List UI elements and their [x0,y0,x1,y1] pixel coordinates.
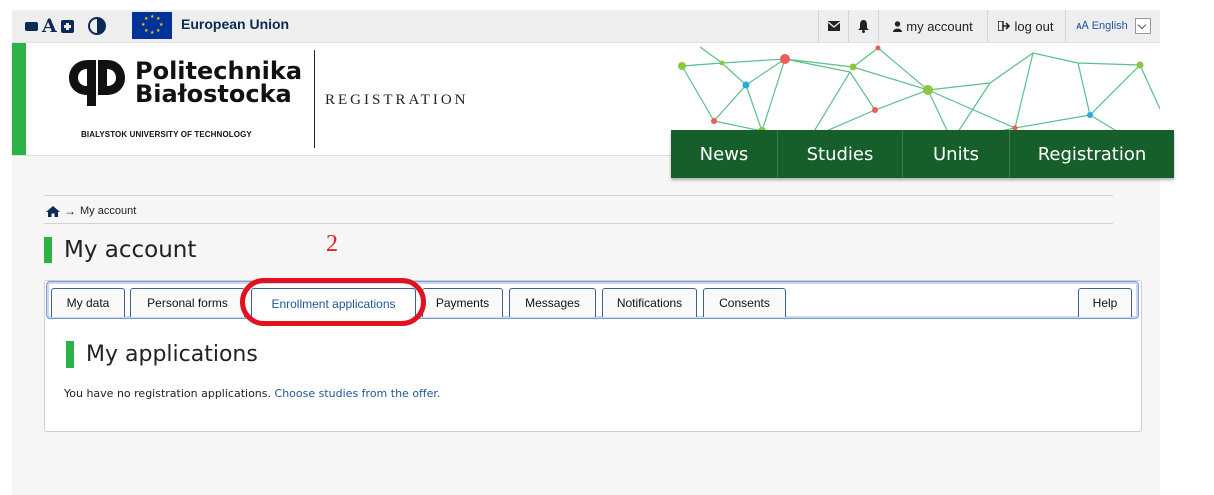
university-logo-icon[interactable] [67,58,127,108]
applications-title: My applications [86,342,258,367]
arrow-right-icon: → [64,204,76,218]
font-size-icon[interactable]: A [42,16,57,36]
choose-studies-link[interactable]: Choose studies from the offer. [275,387,441,400]
notifications-button[interactable] [848,10,878,42]
no-applications-text: You have no registration applications. [64,387,272,400]
eu-flag-icon[interactable]: ★ ★ ★ ★ ★ ★ ★ ★ [132,12,172,39]
main-navigation: News Studies Units Registration [671,130,1174,178]
decrease-font-icon[interactable] [25,21,38,31]
logout-icon [998,21,1011,31]
page-title: My account [64,237,197,263]
breadcrumb: → My account [46,204,136,218]
bell-icon [858,19,869,33]
tab-messages[interactable]: Messages [509,288,596,317]
envelope-icon [827,21,840,31]
tab-my-data[interactable]: My data [51,288,125,317]
section-title: REGISTRATION [325,92,469,108]
tab-personal-forms[interactable]: Personal forms [130,288,245,317]
increase-font-icon[interactable] [60,19,74,33]
home-icon[interactable] [46,205,60,217]
language-selector[interactable]: 🗚 English [1065,10,1161,42]
section-title-accent [66,341,74,368]
breadcrumb-top-divider [44,195,1113,196]
logo-subtitle: BIALYSTOK UNIVERSITY OF TECHNOLOGY [81,130,252,139]
nav-item-news[interactable]: News [671,130,778,178]
messages-button[interactable] [818,10,848,42]
nav-item-studies[interactable]: Studies [778,130,903,178]
breadcrumb-bottom-divider [44,223,1113,224]
logo-title: Politechnika Białostocka [135,59,302,108]
header-divider [314,50,315,148]
highlight-oval [240,278,426,326]
annotation-number: 2 [326,231,338,257]
no-applications-message: You have no registration applications. C… [64,387,440,400]
header-accent-bar [12,43,26,155]
my-account-link[interactable]: my account [878,10,987,42]
tab-payments[interactable]: Payments [422,288,503,317]
language-icon: 🗚 [1076,19,1089,32]
contrast-icon[interactable] [87,17,106,35]
tab-help[interactable]: Help [1078,288,1132,317]
network-graphic [678,45,1160,142]
nav-item-units[interactable]: Units [903,130,1010,178]
page-title-accent [44,237,52,263]
accessibility-tools: A [25,15,106,37]
breadcrumb-current: My account [80,205,137,217]
language-label: English [1091,20,1128,32]
eu-link[interactable]: European Union [181,16,289,32]
user-icon [893,20,903,32]
chevron-down-icon[interactable] [1134,18,1151,34]
logo-line-2: Białostocka [135,80,292,108]
logout-link[interactable]: log out [987,10,1064,42]
tab-notifications[interactable]: Notifications [602,288,697,317]
logout-label: log out [1014,18,1054,34]
tab-consents[interactable]: Consents [703,288,786,317]
nav-item-registration[interactable]: Registration [1010,130,1174,178]
my-account-label: my account [906,18,973,34]
